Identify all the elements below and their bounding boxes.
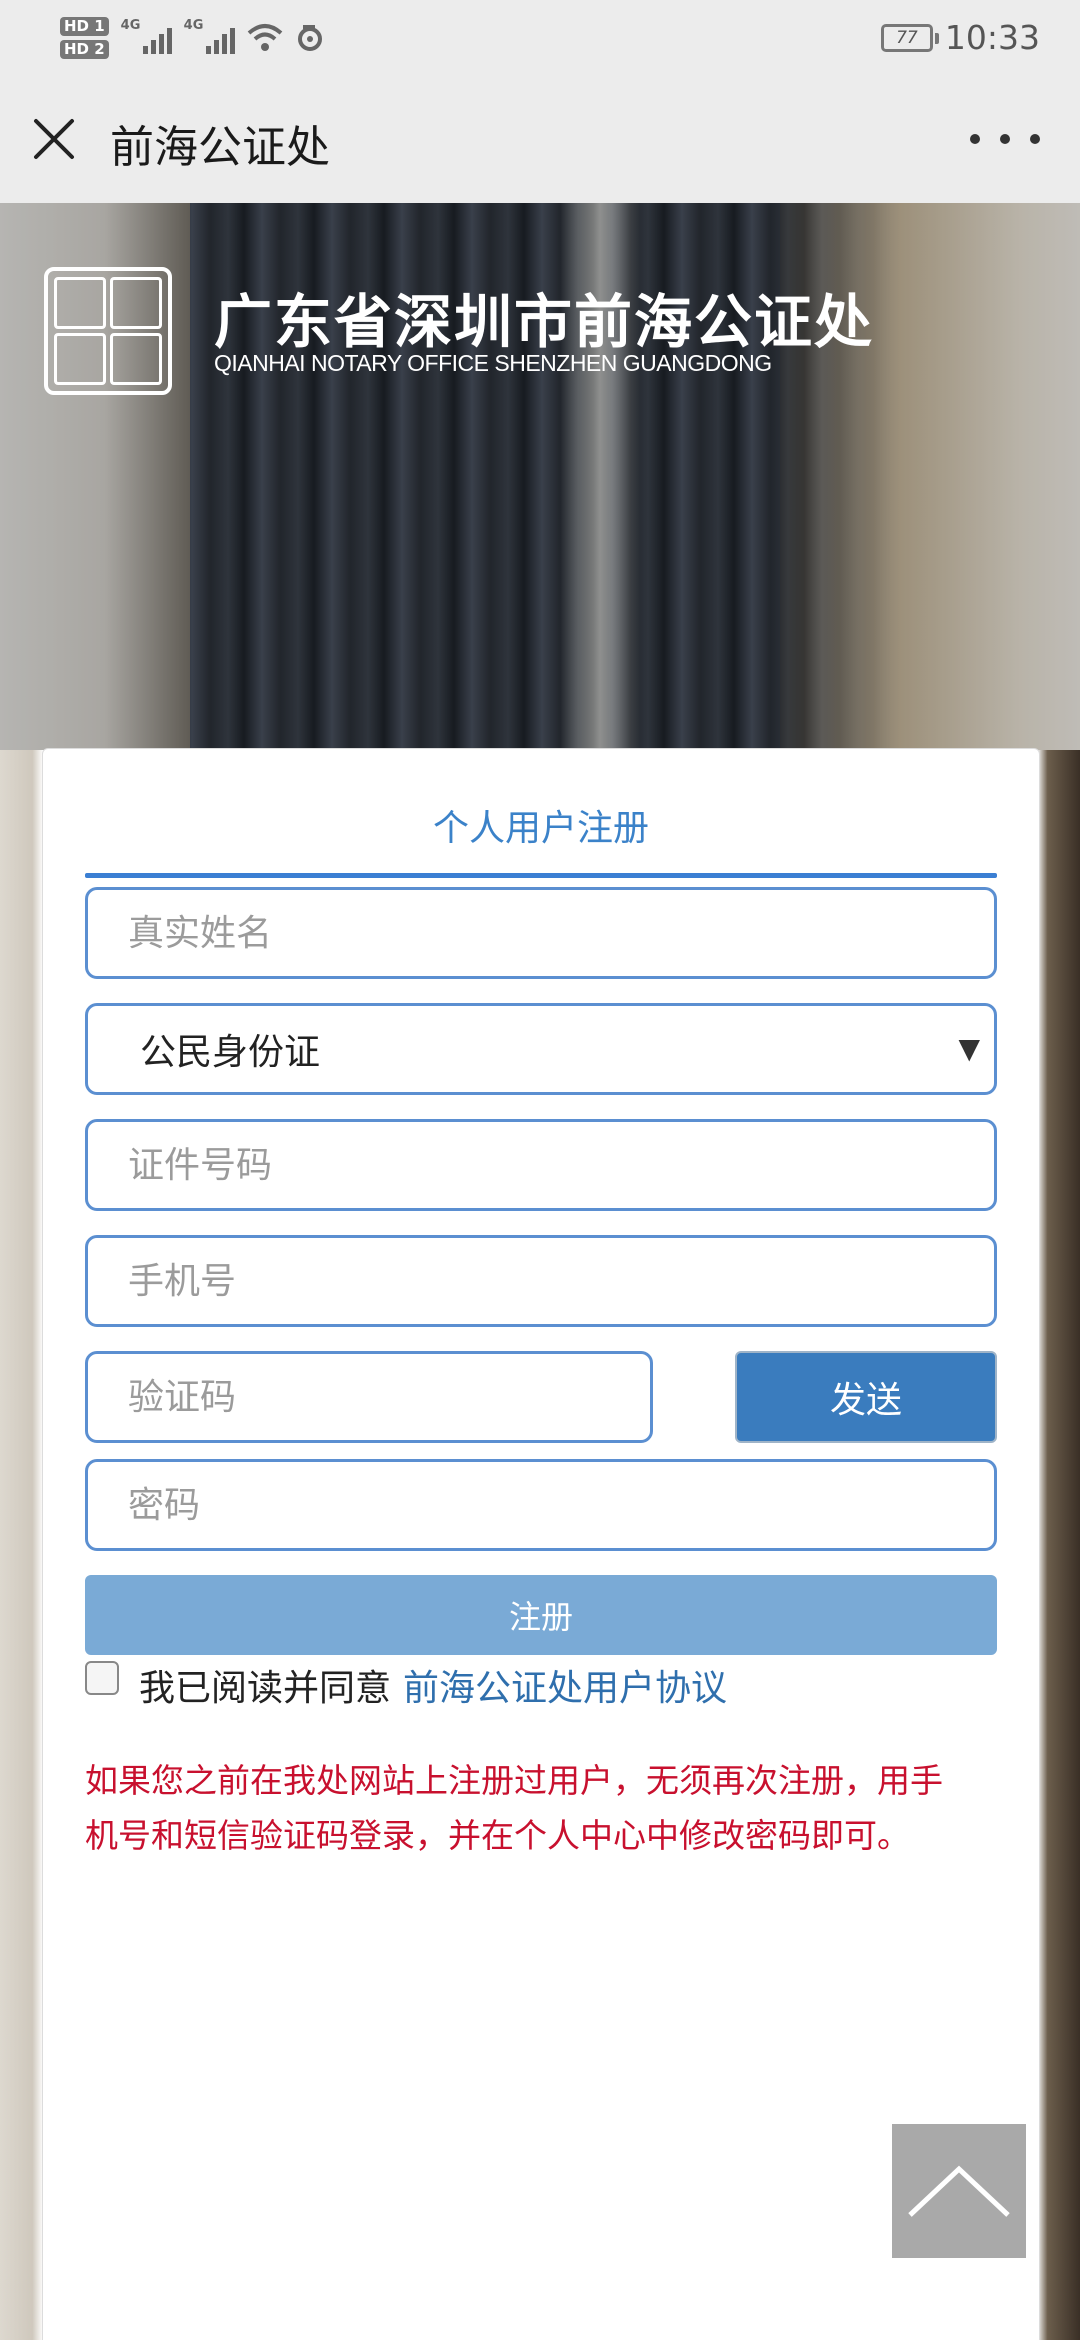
hd-indicators: HD 1 HD 2 <box>60 17 109 59</box>
network-1-label: 4G <box>120 18 141 33</box>
more-menu-icon[interactable] <box>970 111 1040 167</box>
clock: 10:33 <box>944 18 1040 57</box>
signal-2-icon: 4G <box>184 18 235 54</box>
agreement-row: 我已阅读并同意 前海公证处用户协议 <box>85 1655 727 1715</box>
wifi-icon <box>247 24 282 51</box>
close-icon[interactable] <box>30 115 78 163</box>
back-to-top-button[interactable] <box>892 2124 1026 2258</box>
status-right: 77 10:33 <box>880 10 1040 65</box>
register-button[interactable]: 注册 <box>85 1575 997 1655</box>
id-type-select[interactable]: 公民身份证 ▼ <box>85 1003 997 1095</box>
phone-field[interactable] <box>85 1235 997 1327</box>
id-number-input[interactable] <box>88 1122 994 1208</box>
password-field[interactable] <box>85 1459 997 1551</box>
sync-icon <box>297 25 322 51</box>
registration-notice: 如果您之前在我处网站上注册过用户，无须再次注册，用手机号和短信验证码登录，并在个… <box>85 1761 943 1855</box>
network-2-label: 4G <box>183 18 204 33</box>
battery-level: 77 <box>896 27 918 48</box>
phone-input[interactable] <box>88 1238 994 1324</box>
real-name-input[interactable] <box>88 890 994 976</box>
notary-seal-logo <box>44 267 172 395</box>
registration-card: 个人用户注册 公民身份证 ▼ 发送 注册 我已阅读并同意 前海公证处用户协议 如… <box>42 748 1040 2340</box>
organization-name-en: QIANHAI NOTARY OFFICE SHENZHEN GUANGDONG <box>214 350 772 376</box>
nav-bar: 前海公证处 <box>0 75 1080 203</box>
real-name-field[interactable] <box>85 887 997 979</box>
form-title: 个人用户注册 <box>432 808 649 849</box>
hd2-badge: HD 2 <box>60 40 109 59</box>
id-type-selected-value: 公民身份证 <box>140 1032 321 1073</box>
signal-1-icon: 4G <box>121 18 172 54</box>
send-code-button[interactable]: 发送 <box>735 1351 997 1443</box>
user-agreement-link[interactable]: 前海公证处用户协议 <box>403 1659 727 1711</box>
agree-text: 我已阅读并同意 <box>139 1668 392 1709</box>
title-underline <box>85 873 997 878</box>
header-banner: 广东省深圳市前海公证处 QIANHAI NOTARY OFFICE SHENZH… <box>0 203 1080 750</box>
dropdown-arrow-icon: ▼ <box>958 1032 980 1065</box>
agree-checkbox[interactable] <box>85 1661 119 1695</box>
battery-icon: 77 <box>880 23 939 52</box>
chevron-up-icon <box>908 2165 1010 2217</box>
status-left: HD 1 HD 2 4G 4G <box>60 8 325 68</box>
hd1-badge: HD 1 <box>60 17 109 36</box>
status-bar: HD 1 HD 2 4G 4G 77 10:33 <box>0 0 1080 75</box>
organization-name: 广东省深圳市前海公证处 <box>214 288 875 356</box>
password-input[interactable] <box>88 1462 994 1548</box>
verification-code-input[interactable] <box>88 1354 650 1440</box>
verification-code-field[interactable] <box>85 1351 653 1443</box>
id-number-field[interactable] <box>85 1119 997 1211</box>
page-title: 前海公证处 <box>110 122 330 173</box>
